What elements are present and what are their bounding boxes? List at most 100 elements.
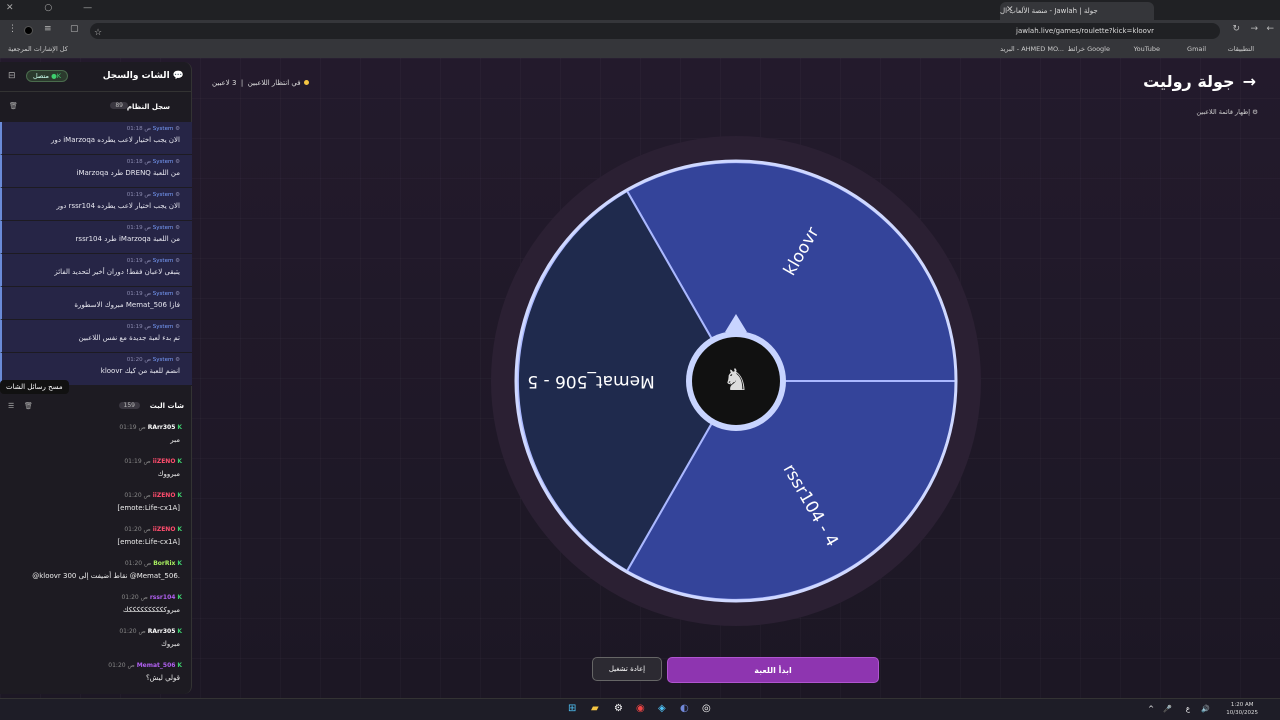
system-log-message: 01:19 ص System ⚙ يتبقى لاعبان فقط! دوران … [0, 254, 192, 287]
app-icon[interactable]: ◎ [702, 703, 711, 714]
forward-icon[interactable]: → [1250, 24, 1258, 34]
chat-meta: 01:20 ص BorRix K [124, 560, 182, 567]
kick-icon: K [177, 628, 182, 635]
collapse-icon[interactable]: ⊟ [8, 71, 16, 81]
bookmark-mail[interactable]: البريد - AHMED MO... [1000, 45, 1064, 53]
kick-icon: K [177, 560, 182, 567]
file-explorer-icon[interactable]: ▰ [591, 703, 599, 714]
log-meta: 01:18 ص System ⚙ [126, 159, 180, 165]
log-meta: 01:19 ص System ⚙ [126, 225, 180, 231]
back-icon[interactable]: ← [1266, 24, 1274, 34]
live-chat-list: 01:19 ص RArr305 K مبر 01:19 ص iiZENO K مبرو… [0, 422, 192, 716]
waiting-status: في انتظار اللاعبين | 3 لاعبين [212, 79, 309, 87]
chat-meta: 01:19 ص iiZENO K [124, 458, 182, 465]
chrome-icon[interactable]: ◉ [636, 703, 645, 714]
system-icon: ⚙ [175, 291, 180, 297]
log-meta: 01:19 ص System ⚙ [126, 192, 180, 198]
kick-icon: K [177, 492, 182, 499]
profile-avatar[interactable] [24, 26, 33, 35]
system-icon: ⚙ [175, 225, 180, 231]
chat-message: 01:20 ص BorRix K @kloovr 300 نقاط أضيفت إ… [32, 560, 182, 580]
menu-icon[interactable]: ⋮ [8, 24, 17, 34]
status-dot [303, 80, 309, 85]
discord-icon[interactable]: ◐ [680, 703, 689, 714]
system-icon: ⚙ [175, 357, 180, 363]
clear-chat-tooltip: مسح رسائل الشات [0, 380, 69, 394]
chat-count-badge: 159 [118, 402, 140, 409]
show-players-toggle[interactable]: إظهار قائمة اللاعبين ⚙ [1196, 108, 1258, 116]
taskbar: ⊞ ▰ ⚙ ◉ ◈ ◐ ◎ ^ 🎤 ع 🔊 1:20 AM 10/30/2025 [0, 698, 1280, 720]
chat-meta: 01:20 ص iiZENO K [124, 492, 182, 499]
language-indicator[interactable]: ع [1186, 705, 1190, 713]
window-controls[interactable]: ✕ ○ — [6, 3, 106, 13]
reload-icon[interactable]: ↻ [1232, 24, 1240, 34]
steam-icon[interactable]: ◈ [658, 703, 666, 714]
system-log-header: 🗑 89 سجل النظام [0, 92, 192, 122]
system-log-title: سجل النظام [126, 103, 170, 111]
kick-icon: K [177, 594, 182, 601]
back-arrow-icon[interactable]: → [1243, 72, 1256, 91]
chat-message: 01:19 ص RArr305 K مبر [119, 424, 182, 444]
chat-meta: 01:19 ص RArr305 K [119, 424, 182, 431]
bookmark-youtube[interactable]: YouTube [1134, 45, 1160, 53]
system-log-section: 🗑 89 سجل النظام 01:18 ص System ⚙ دور iMar… [0, 92, 192, 392]
filter-icon[interactable]: ☰ [8, 402, 14, 410]
chat-message: 01:20 ص iiZENO K [emote:Life-cx1A] [117, 526, 182, 546]
log-meta: 01:19 ص System ⚙ [126, 258, 180, 264]
log-meta: 01:18 ص System ⚙ [126, 126, 180, 132]
browser-tabbar: ✕ ○ — + ✕جولة | Jawlah - منصة الألعاب ال [0, 0, 1280, 20]
mic-icon[interactable]: 🎤 [1163, 705, 1172, 713]
settings-icon[interactable]: ⚙ [614, 703, 623, 714]
volume-icon[interactable]: 🔊 [1201, 705, 1210, 713]
url-field[interactable]: ☆ jawlah.live/games/roulette?kick=kloovr [90, 23, 1220, 39]
address-bar-row: ⋮ ≡ ▢ ☆ jawlah.live/games/roulette?kick=… [0, 20, 1280, 42]
log-count-badge: 89 [110, 102, 128, 109]
page-title: جولة روليت → [1143, 72, 1256, 91]
bookmark-star-icon[interactable]: ☆ [94, 25, 102, 41]
system-log-message: 01:19 ص System ⚙ rssr104 طرد iMarzoqa من … [0, 221, 192, 254]
media-icon[interactable]: ≡ [44, 24, 52, 34]
gear-icon[interactable]: ⚙ [1252, 108, 1258, 116]
chat-meta: 01:20 ص Memat_506 K [108, 662, 182, 669]
system-icon: ⚙ [175, 324, 180, 330]
log-meta: 01:19 ص System ⚙ [126, 324, 180, 330]
log-meta: 01:19 ص System ⚙ [126, 291, 180, 297]
replay-button[interactable]: إعادة تشغيل [592, 657, 662, 681]
browser-tab[interactable]: ✕ جولة | Jawlah - منصة الألعاب ال [1000, 2, 1154, 20]
kick-icon: K [177, 662, 182, 669]
system-log-message: 01:18 ص System ⚙ iMarzoqa طرد DRENQ من ال… [0, 155, 192, 188]
bookmark-gmail[interactable]: Gmail [1187, 45, 1206, 53]
chat-meta: 01:20 ص rssr104 K [121, 594, 182, 601]
chat-message: 01:20 ص iiZENO K [emote:Life-cx1A] [117, 492, 182, 512]
chat-message: 01:20 ص Memat_506 K قولي ليش؟ [108, 662, 182, 682]
start-game-button[interactable]: ابدأ اللعبة [667, 657, 879, 683]
system-log-message: 01:19 ص System ⚙ مبروك الاسطورة Memat_506… [0, 287, 192, 320]
windows-start-icon[interactable]: ⊞ [568, 703, 576, 714]
bookmark-maps[interactable]: خرائط Google [1068, 45, 1110, 53]
kick-icon: K [177, 424, 182, 431]
eagle-logo-icon: ♞ [723, 363, 750, 398]
close-tab-icon[interactable]: ✕ [1006, 5, 1014, 15]
chevron-up-icon[interactable]: ^ [1148, 705, 1154, 713]
system-log-message: 01:19 ص System ⚙ دور rssr104 الان يجب اخت… [0, 188, 192, 221]
kick-icon: K [177, 458, 182, 465]
bookmark-apps[interactable]: التطبيقات [1228, 45, 1254, 53]
trash-icon[interactable]: 🗑 [9, 102, 18, 110]
clock[interactable]: 1:20 AM 10/30/2025 [1226, 701, 1258, 717]
live-chat-title: شات البث [149, 402, 184, 410]
chat-meta: 01:20 ص RArr305 K [119, 628, 182, 635]
chat-sidebar: ⊟ متصل ●K الشات والسجل 💬 🗑 89 سجل النظام… [0, 62, 192, 694]
system-icon: ⚙ [175, 258, 180, 264]
extensions-icon[interactable]: ▢ [70, 24, 79, 34]
wheel-label-memat: Memat_506 - 5 [527, 371, 654, 391]
system-icon: ⚙ [175, 159, 180, 165]
log-meta: 01:20 ص System ⚙ [126, 357, 180, 363]
system-icon: ⚙ [175, 192, 180, 198]
all-bookmarks[interactable]: كل الإشارات المرجعية [8, 45, 68, 53]
kick-icon: K [177, 526, 182, 533]
sidebar-title: الشات والسجل 💬 [102, 71, 184, 81]
clear-chat-trash-icon[interactable]: 🗑 [24, 402, 33, 410]
system-icon: ⚙ [175, 126, 180, 132]
chat-meta: 01:20 ص iiZENO K [124, 526, 182, 533]
chat-message: 01:19 ص iiZENO K مبرووك [124, 458, 182, 478]
